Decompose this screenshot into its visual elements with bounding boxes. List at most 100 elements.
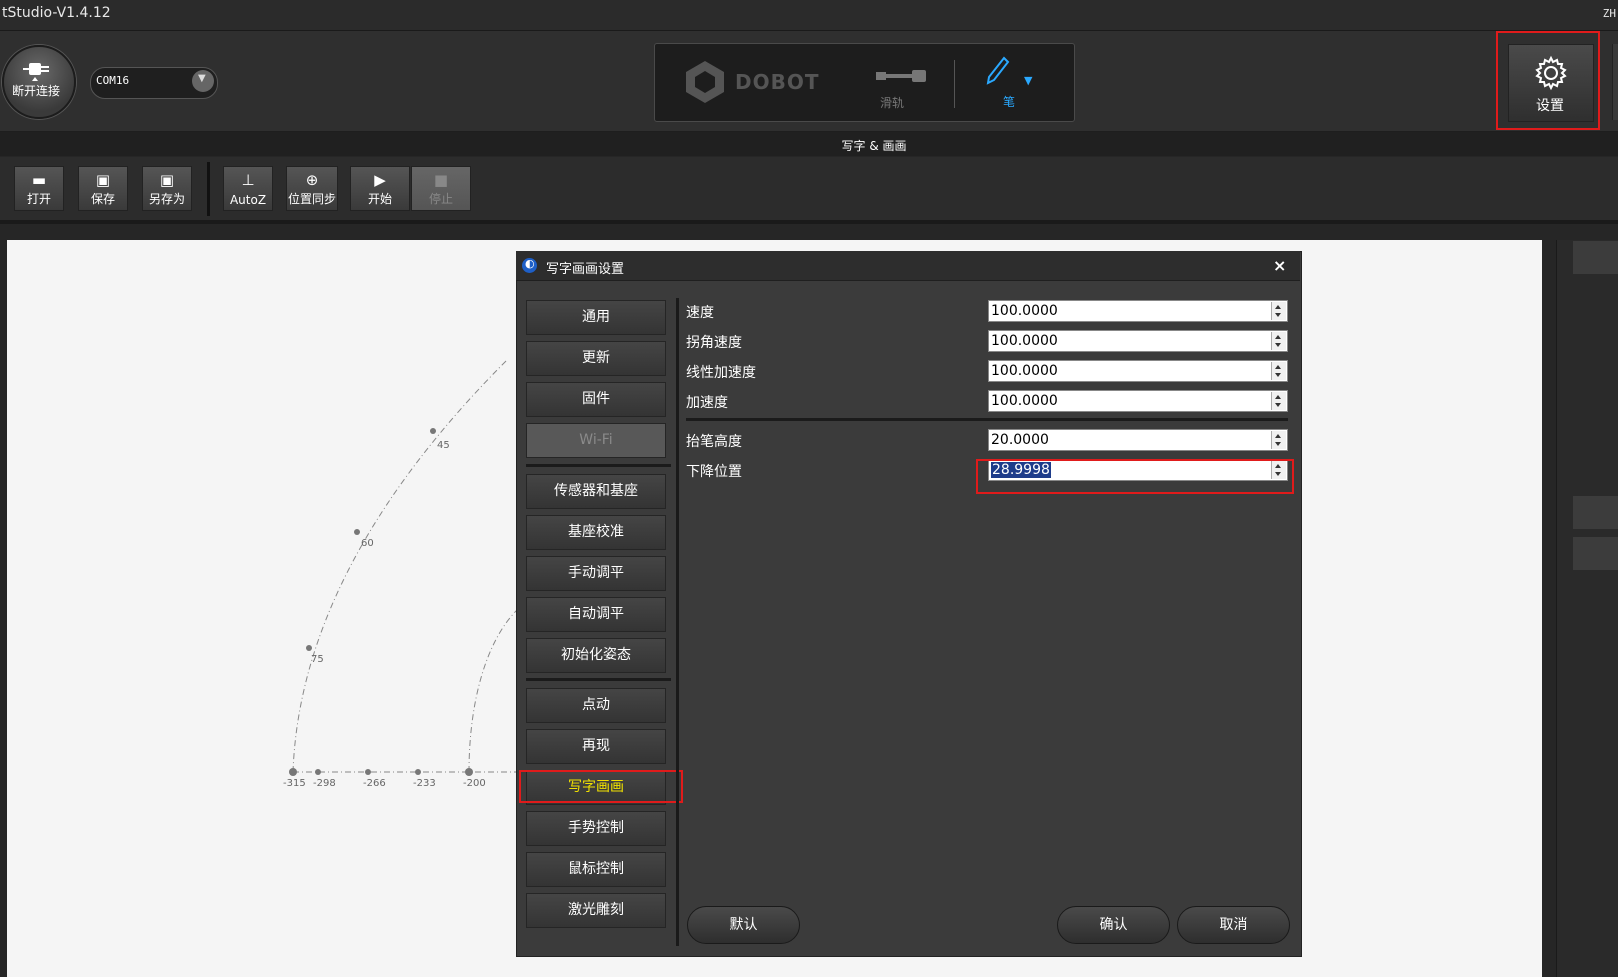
linear-accel-label: 线性加速度 xyxy=(686,365,756,381)
boundary-point xyxy=(365,769,371,775)
boundary-point xyxy=(415,769,421,775)
pen-dropdown-icon[interactable]: ▼ xyxy=(1024,74,1032,87)
toolbar-bottom-border xyxy=(0,220,1618,224)
boundary-point xyxy=(430,428,436,434)
play-icon: ▶ xyxy=(374,171,386,189)
pen-lift-height-spinbox[interactable]: 20.0000 xyxy=(988,429,1288,451)
nav-item-playback[interactable]: 再现 xyxy=(526,729,666,764)
save-as-button[interactable]: ▣ 另存为 xyxy=(142,166,192,211)
pen-label: 笔 xyxy=(1003,95,1016,109)
angle-label: 75 xyxy=(311,654,324,665)
corner-speed-value: 100.0000 xyxy=(991,333,1058,349)
autoz-icon: ⊥ xyxy=(241,171,255,189)
nav-item-mouse-control[interactable]: 鼠标控制 xyxy=(526,852,666,887)
toolbar-edge xyxy=(1612,44,1618,120)
app-title: tStudio-V1.4.12 xyxy=(2,5,111,21)
corner-speed-spinbox[interactable]: 100.0000 xyxy=(988,330,1288,352)
stop-label: 停止 xyxy=(428,192,453,206)
x-label: -233 xyxy=(413,778,436,789)
autoz-label: AutoZ xyxy=(229,193,267,207)
section-title: 写字 & 画画 xyxy=(841,139,907,153)
speed-value: 100.0000 xyxy=(991,303,1058,319)
x-label: -298 xyxy=(313,778,336,789)
position-sync-label: 位置同步 xyxy=(287,192,336,206)
spin-arrows-icon[interactable] xyxy=(1271,392,1286,410)
accel-label: 加速度 xyxy=(686,395,728,411)
toolbar-divider xyxy=(207,162,210,216)
spin-arrows-icon[interactable] xyxy=(1271,332,1286,350)
autoz-button[interactable]: ⊥ AutoZ xyxy=(223,166,273,211)
side-panel-button[interactable] xyxy=(1573,537,1618,570)
spin-arrows-icon[interactable] xyxy=(1271,362,1286,380)
cancel-button[interactable]: 取消 xyxy=(1177,906,1290,944)
nav-item-init-pose[interactable]: 初始化姿态 xyxy=(526,638,666,673)
pen-lift-height-value: 20.0000 xyxy=(991,432,1049,448)
nav-item-manual-leveling[interactable]: 手动调平 xyxy=(526,556,666,591)
dobot-app-icon: ◐ xyxy=(522,257,537,273)
x-label: -315 xyxy=(283,778,306,789)
nav-item-gesture-control[interactable]: 手势控制 xyxy=(526,811,666,846)
nav-item-laser-engraving[interactable]: 激光雕刻 xyxy=(526,893,666,928)
open-label: 打开 xyxy=(26,192,51,206)
nav-item-general[interactable]: 通用 xyxy=(526,300,666,335)
nav-item-wifi[interactable]: Wi-Fi xyxy=(526,423,666,458)
speed-spinbox[interactable]: 100.0000 xyxy=(988,300,1288,322)
default-button[interactable]: 默认 xyxy=(687,906,800,944)
dialog-title-bar xyxy=(516,251,1300,281)
save-button[interactable]: ▣ 保存 xyxy=(78,166,128,211)
spin-arrows-icon[interactable] xyxy=(1271,302,1286,320)
linear-accel-spinbox[interactable]: 100.0000 xyxy=(988,360,1288,382)
side-panel-button[interactable] xyxy=(1573,241,1618,274)
pen-lift-height-label: 抬笔高度 xyxy=(686,434,742,450)
boundary-point xyxy=(315,769,321,775)
settings-highlight-box xyxy=(1496,31,1600,130)
dobot-logo-icon xyxy=(686,61,724,103)
save-label: 保存 xyxy=(90,192,115,206)
nav-item-auto-leveling[interactable]: 自动调平 xyxy=(526,597,666,632)
accel-spinbox[interactable]: 100.0000 xyxy=(988,390,1288,412)
nav-divider xyxy=(526,678,671,681)
start-label: 开始 xyxy=(367,192,392,206)
divider xyxy=(954,60,955,108)
pen-icon[interactable] xyxy=(986,56,1010,88)
slide-rail-label: 滑轨 xyxy=(880,96,905,110)
save-icon: ▣ xyxy=(95,171,111,189)
nav-item-update[interactable]: 更新 xyxy=(526,341,666,376)
stop-icon: ■ xyxy=(433,171,449,189)
x-label: -266 xyxy=(363,778,386,789)
right-side-panel xyxy=(1556,240,1618,977)
save-as-label: 另存为 xyxy=(148,192,185,206)
start-button[interactable]: ▶ 开始 xyxy=(350,166,410,211)
confirm-button[interactable]: 确认 xyxy=(1057,906,1170,944)
open-button[interactable]: ▬ 打开 xyxy=(14,166,64,211)
boundary-point xyxy=(289,768,297,776)
linear-accel-value: 100.0000 xyxy=(991,363,1058,379)
close-icon[interactable]: × xyxy=(1273,256,1286,275)
disconnect-label: 断开连接 xyxy=(11,84,60,98)
stop-button[interactable]: ■ 停止 xyxy=(411,166,471,211)
field-divider xyxy=(686,418,1288,421)
save-as-icon: ▣ xyxy=(159,171,175,189)
dobot-logo-text: DOBOT xyxy=(735,70,820,94)
speed-label: 速度 xyxy=(686,305,714,321)
boundary-point xyxy=(306,645,312,651)
port-select-value: COM16 xyxy=(96,74,130,87)
slide-rail-icon[interactable] xyxy=(874,66,930,86)
spin-arrows-icon[interactable] xyxy=(1271,431,1286,449)
title-bar xyxy=(0,0,1618,31)
position-sync-button[interactable]: ⊕ 位置同步 xyxy=(286,166,338,211)
boundary-point xyxy=(465,768,473,776)
nav-item-firmware[interactable]: 固件 xyxy=(526,382,666,417)
corner-speed-label: 拐角速度 xyxy=(686,335,742,351)
chevron-down-icon[interactable]: ▼ xyxy=(192,70,214,92)
dialog-title: 写字画画设置 xyxy=(546,262,625,277)
nav-item-jog[interactable]: 点动 xyxy=(526,688,666,723)
language-indicator[interactable]: ZH xyxy=(1603,7,1616,20)
nav-highlight-box xyxy=(519,770,683,803)
side-panel-button[interactable] xyxy=(1573,496,1618,529)
x-label: -200 xyxy=(463,778,486,789)
nav-item-sensors-base[interactable]: 传感器和基座 xyxy=(526,474,666,509)
field-highlight-box xyxy=(976,459,1294,494)
nav-item-base-calibration[interactable]: 基座校准 xyxy=(526,515,666,550)
boundary-point xyxy=(354,529,360,535)
